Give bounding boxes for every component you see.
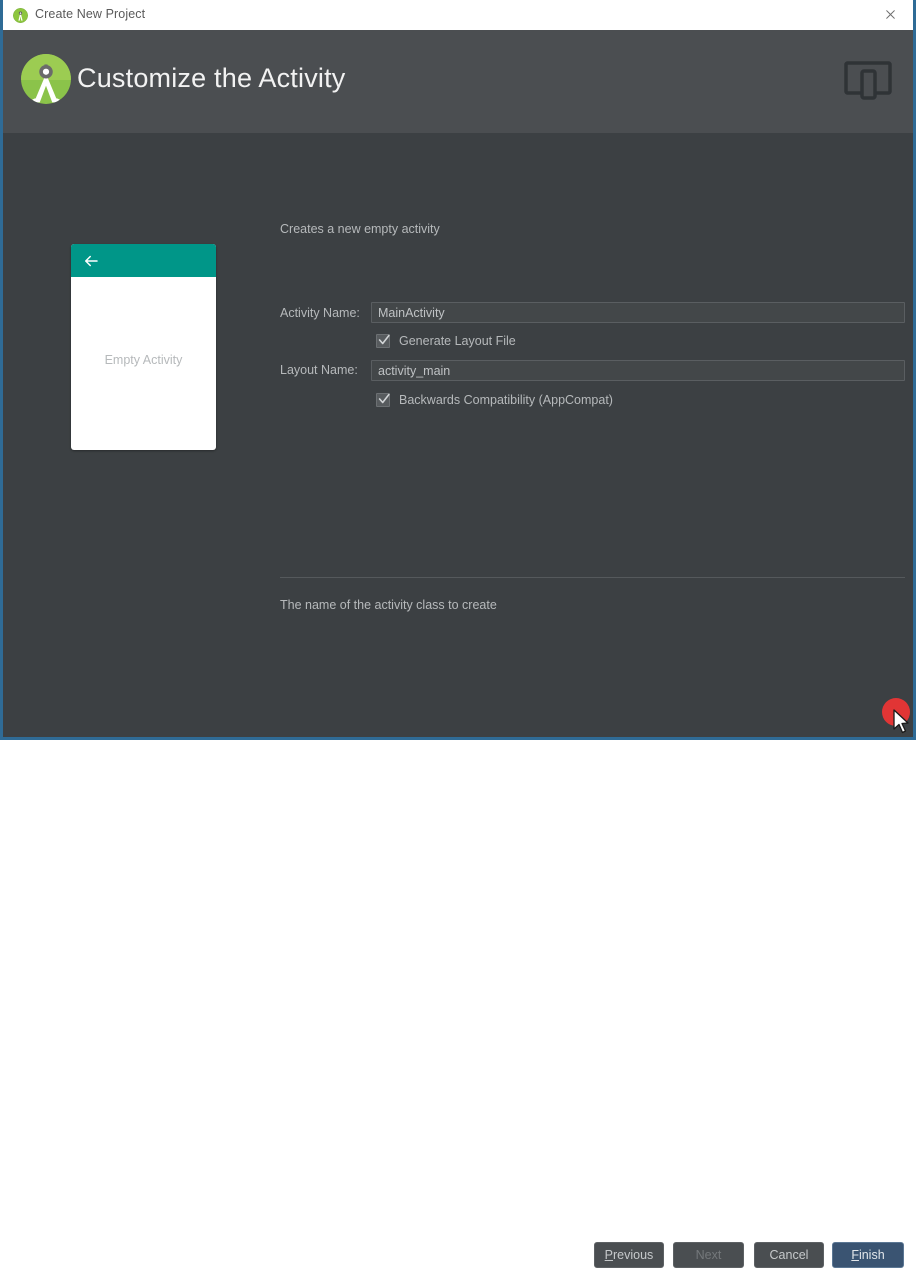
activity-template-label: Empty Activity <box>104 353 183 367</box>
finish-button[interactable]: Finish <box>832 1242 904 1268</box>
template-description: Creates a new empty activity <box>280 222 440 236</box>
dialog-header: Customize the Activity <box>3 30 913 133</box>
page-title: Customize the Activity <box>77 63 346 93</box>
back-arrow-icon <box>82 252 100 270</box>
preview-card <box>71 244 216 450</box>
cancel-button[interactable]: Cancel <box>754 1242 824 1268</box>
backwards-compatibility-checkbox-row[interactable]: Backwards Compatibility (AppCompat) <box>376 392 613 408</box>
next-button: Next <box>673 1242 744 1268</box>
previous-button[interactable]: Previous <box>594 1242 664 1268</box>
checkbox-checked-icon[interactable] <box>376 334 390 348</box>
previous-button-label-rest: revious <box>613 1248 654 1262</box>
android-studio-logo <box>20 53 72 105</box>
window-title: Create New Project <box>35 7 146 21</box>
preview-app-bar <box>71 244 216 277</box>
cancel-button-label: Cancel <box>769 1248 809 1262</box>
layout-name-label: Layout Name: <box>280 363 358 377</box>
dialog-button-bar: Previous Next Cancel Finish <box>3 676 913 1268</box>
generate-layout-file-label: Generate Layout File <box>399 334 516 348</box>
layout-name-input[interactable] <box>371 360 905 381</box>
dialog-body: Empty Activity Creates a new empty activ… <box>3 133 913 1268</box>
create-new-project-dialog: Create New Project Customize the Activit… <box>0 0 916 1268</box>
field-help-text: The name of the activity class to create <box>280 598 497 612</box>
mouse-arrow-cursor <box>892 709 910 735</box>
activity-template-preview[interactable] <box>71 244 216 450</box>
phone-and-tablet-icon <box>843 58 893 104</box>
android-studio-icon <box>13 8 28 23</box>
close-x-glyph <box>885 10 895 19</box>
next-button-label: Next <box>695 1248 722 1262</box>
title-bar: Create New Project <box>3 0 913 31</box>
activity-name-label: Activity Name: <box>280 306 360 320</box>
checkbox-checked-icon[interactable] <box>376 393 390 407</box>
finish-button-label-rest: inish <box>858 1248 885 1262</box>
activity-name-input[interactable] <box>371 302 905 323</box>
backwards-compatibility-label: Backwards Compatibility (AppCompat) <box>399 393 613 407</box>
divider <box>280 577 905 578</box>
generate-layout-file-checkbox-row[interactable]: Generate Layout File <box>376 333 516 349</box>
close-icon[interactable] <box>867 0 913 29</box>
